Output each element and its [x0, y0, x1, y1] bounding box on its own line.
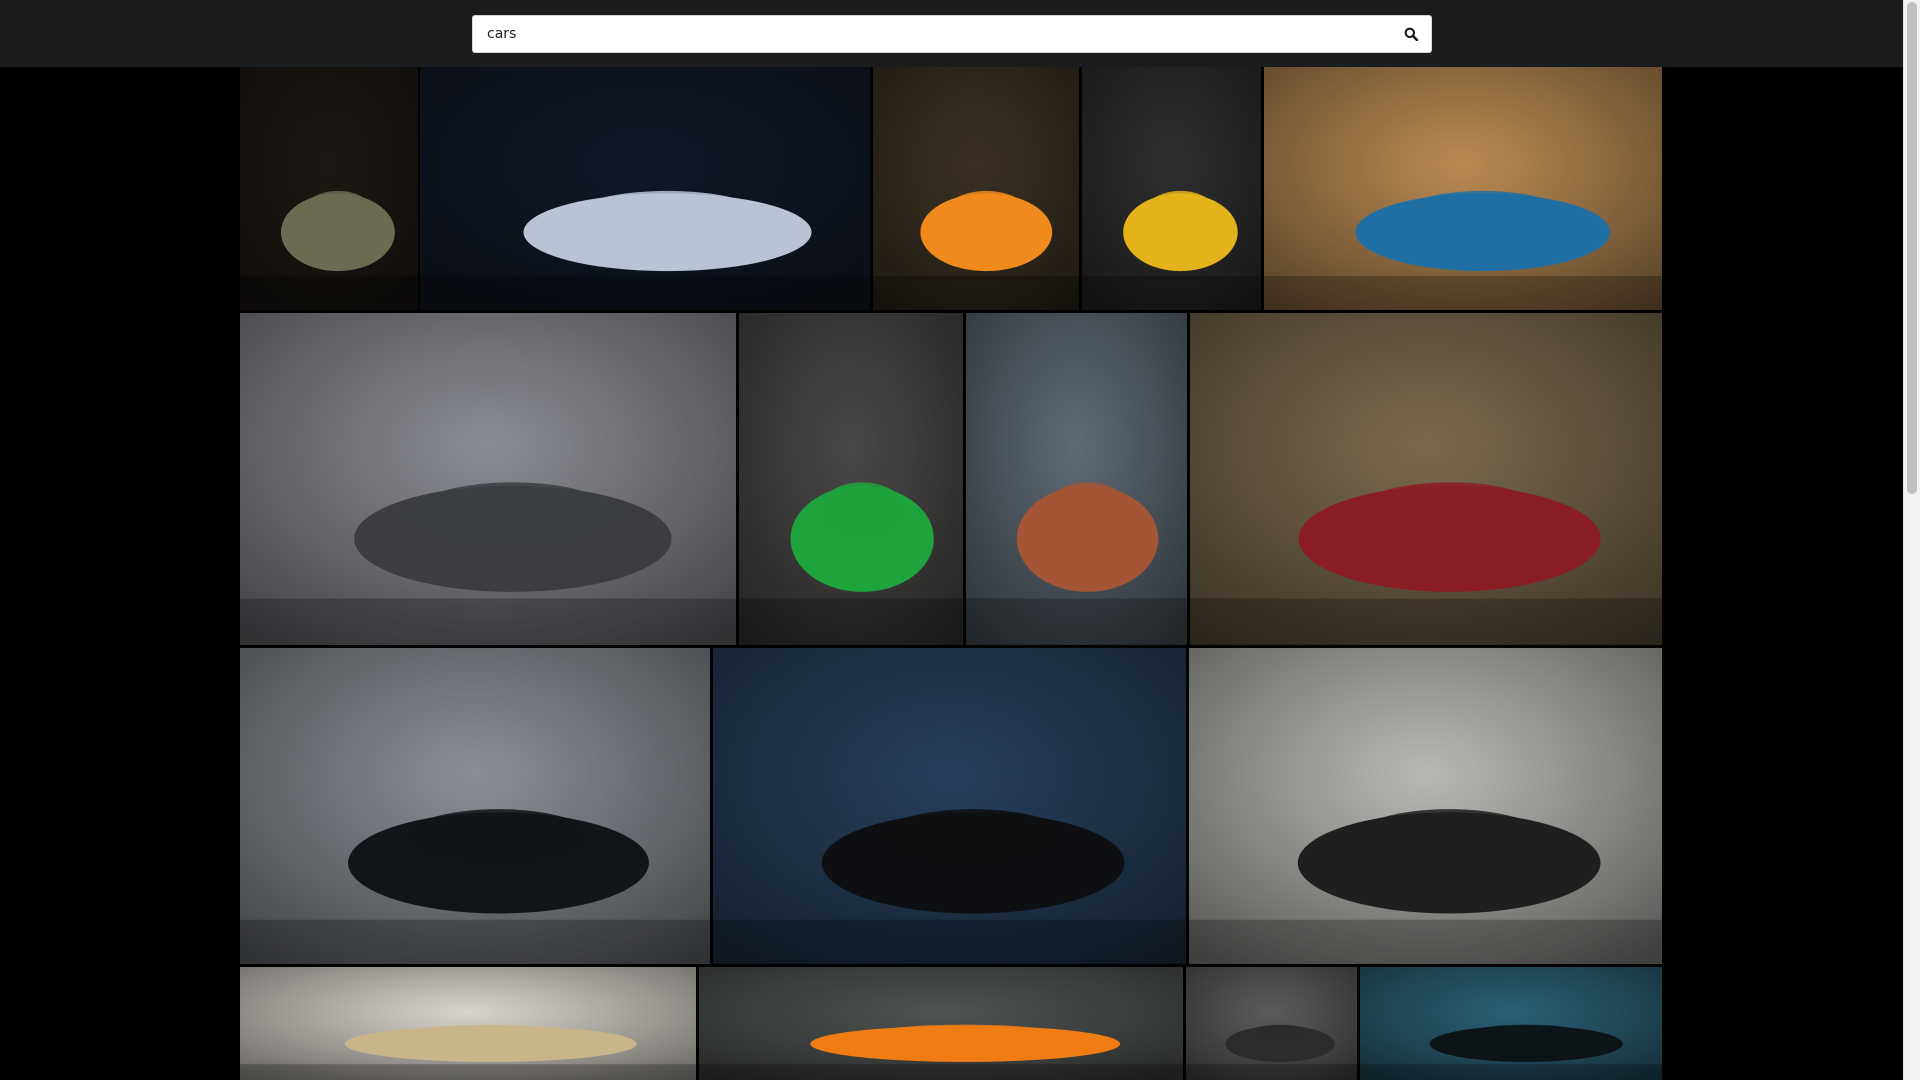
search-box: [472, 15, 1432, 53]
photo-thumbnail: [240, 967, 696, 1080]
gallery-photo[interactable]: [240, 67, 418, 310]
gallery-photo[interactable]: [713, 648, 1186, 964]
gallery-photo[interactable]: [699, 967, 1183, 1080]
gallery-photo[interactable]: [1264, 67, 1662, 310]
photo-thumbnail: [739, 313, 963, 645]
photo-thumbnail: [240, 67, 418, 310]
photo-thumbnail: [1190, 313, 1662, 645]
photo-thumbnail: [1360, 967, 1662, 1080]
gallery-photo[interactable]: [1082, 67, 1261, 310]
gallery-photo[interactable]: [240, 313, 736, 645]
gallery-photo[interactable]: [1360, 967, 1662, 1080]
gallery-photo[interactable]: [966, 313, 1187, 645]
gallery-photo[interactable]: [1189, 648, 1662, 964]
gallery-photo[interactable]: [420, 67, 870, 310]
gallery-photo[interactable]: [1186, 967, 1357, 1080]
photo-thumbnail: [240, 313, 736, 645]
search-input[interactable]: [487, 16, 1377, 52]
photo-thumbnail: [713, 648, 1186, 964]
top-bar: [0, 0, 1903, 67]
gallery-photo[interactable]: [1190, 313, 1662, 645]
photo-thumbnail: [1186, 967, 1357, 1080]
gallery-photo[interactable]: [739, 313, 963, 645]
vertical-scrollbar[interactable]: [1903, 0, 1920, 1080]
photo-thumbnail: [966, 313, 1187, 645]
search-icon: [1404, 27, 1418, 41]
gallery-photo[interactable]: [240, 967, 696, 1080]
scrollbar-thumb[interactable]: [1907, 2, 1917, 494]
search-button[interactable]: [1391, 16, 1431, 52]
photo-thumbnail: [873, 67, 1079, 310]
photo-thumbnail: [420, 67, 870, 310]
gallery-photo[interactable]: [240, 648, 710, 964]
photo-thumbnail: [1189, 648, 1662, 964]
photo-thumbnail: [699, 967, 1183, 1080]
photo-thumbnail: [240, 648, 710, 964]
photo-thumbnail: [1264, 67, 1662, 310]
gallery-photo[interactable]: [873, 67, 1079, 310]
photo-thumbnail: [1082, 67, 1261, 310]
